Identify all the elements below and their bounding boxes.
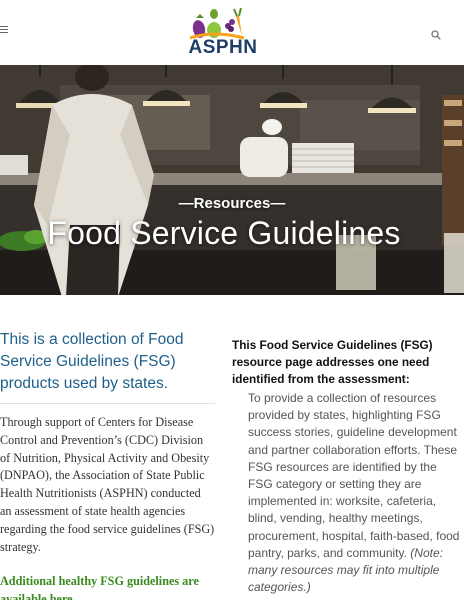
intro-body: Through support of Centers for Disease C…	[0, 415, 215, 554]
link-suffix: .	[72, 592, 76, 600]
hamburger-menu-icon[interactable]	[0, 26, 8, 34]
aside-column: This Food Service Guidelines (FSG) resou…	[232, 337, 462, 596]
aside-body-text: To provide a collection of resources pro…	[248, 391, 460, 560]
logo-text: ASPHN	[188, 37, 258, 58]
hero-banner: —Resources— Food Service Guidelines	[0, 65, 464, 295]
aside-heading: This Food Service Guidelines (FSG) resou…	[232, 338, 433, 386]
divider	[0, 403, 215, 404]
asphn-logo[interactable]: ASPHN	[184, 4, 262, 58]
hero-eyebrow: —Resources—	[178, 195, 286, 212]
main-content: This is a collection of Food Service Gui…	[0, 295, 464, 600]
page-title: Food Service Guidelines	[47, 215, 401, 251]
logo-produce-icon	[189, 7, 245, 40]
intro-lead: This is a collection of Food Service Gui…	[0, 331, 184, 392]
site-header: ASPHN	[0, 0, 464, 65]
search-icon[interactable]	[431, 30, 441, 40]
intro-column: This is a collection of Food Service Gui…	[0, 329, 215, 600]
additional-guidelines-link[interactable]: Additional healthy FSG guidelines are av…	[0, 572, 215, 600]
additional-guidelines-link-label[interactable]: Additional healthy FSG guidelines are av…	[0, 574, 199, 600]
kitchen-photo	[0, 65, 464, 295]
aside-body: To provide a collection of resources pro…	[232, 390, 462, 596]
